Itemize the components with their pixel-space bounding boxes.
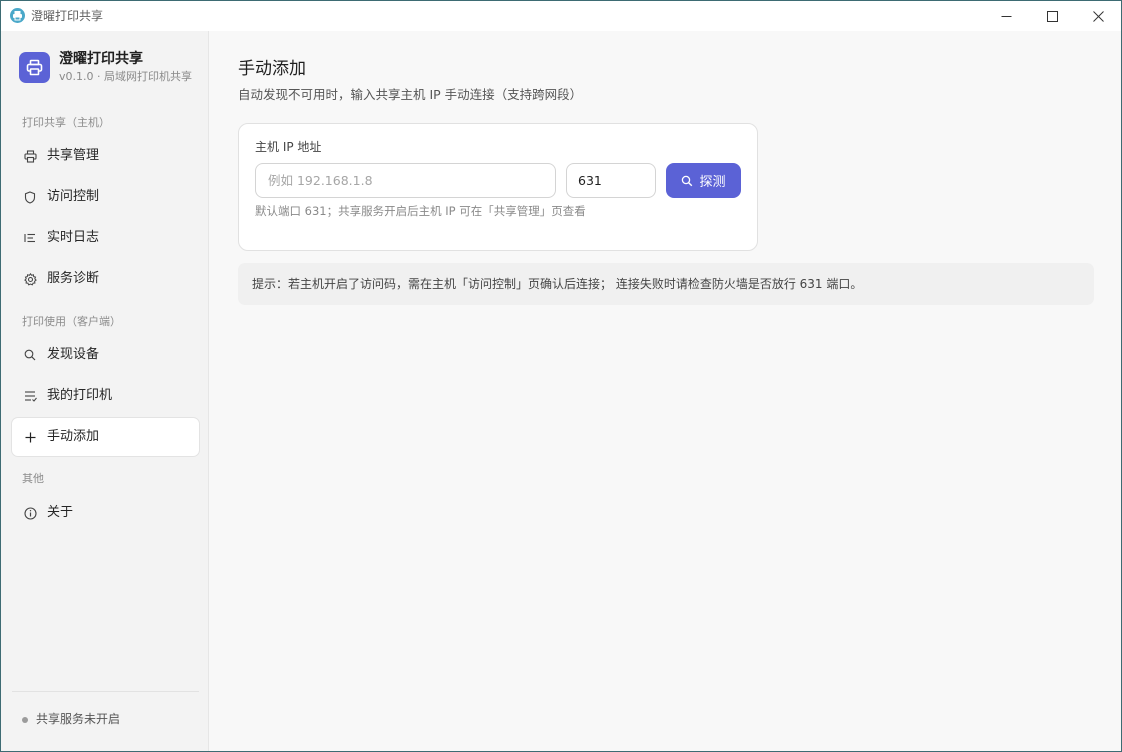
printer-icon [26,59,43,76]
probe-button[interactable]: 探测 [666,163,741,198]
port-hint-text: 默认端口 631；共享服务开启后主机 IP 可在「共享管理」页查看 [255,204,586,218]
maximize-icon [1046,10,1058,22]
sidebar-item-service-diagnosis[interactable]: 服务诊断 [12,260,199,298]
probe-button-label: 探测 [699,175,726,190]
close-button[interactable] [1075,1,1121,31]
tip-text: 提示：若主机开启了访问码，需在主机「访问控制」页确认后连接； 连接失败时请检查防… [252,277,863,291]
info-icon [23,506,37,520]
brand-name: 澄曜打印共享 [59,51,143,67]
sidebar-item-label: 共享管理 [47,148,100,163]
list-check-icon [23,389,37,403]
section-label-client: 打印使用（客户端） [22,315,121,328]
service-status-text: 共享服务未开启 [36,712,121,726]
printer-icon [23,149,37,163]
manual-add-card: 主机 IP 地址 探测 默认端口 631；共享服务开启后主机 IP 可在「共享管… [238,123,758,251]
main-content: 手动添加 自动发现不可用时，输入共享主机 IP 手动连接（支持跨网段） 主机 I… [210,31,1121,751]
section-label-host: 打印共享（主机） [22,116,110,129]
printer-app-icon [10,8,25,23]
search-icon [682,175,693,186]
sidebar-item-discover-devices[interactable]: 发现设备 [12,336,199,374]
sidebar-item-label: 手动添加 [47,429,100,444]
sidebar-item-access-control[interactable]: 访问控制 [12,178,199,216]
status-indicator-dot [22,717,28,723]
sidebar-divider [12,691,199,692]
plus-icon [23,430,37,444]
minimize-icon [1001,15,1011,17]
maximize-button[interactable] [1029,1,1075,31]
sidebar-item-label: 服务诊断 [47,271,100,286]
host-ip-input[interactable] [255,163,556,198]
list-icon [23,231,37,245]
sidebar-item-label: 关于 [47,505,74,520]
window-title: 澄曜打印共享 [31,9,104,23]
sidebar-item-label: 实时日志 [47,230,100,245]
app-window: 澄曜打印共享 澄曜打印共享 v0.1.0 · 局域网打印机共享 打印共享（主机） [0,0,1122,752]
page-title: 手动添加 [238,59,306,79]
shield-icon [23,190,37,204]
search-icon [23,348,37,362]
page-subtitle: 自动发现不可用时，输入共享主机 IP 手动连接（支持跨网段） [238,87,583,102]
sidebar-item-manual-add[interactable]: 手动添加 [12,418,199,456]
brand-logo [19,52,50,83]
ip-field-label: 主机 IP 地址 [255,140,322,154]
brand-version: v0.1.0 · 局域网打印机共享 [59,70,192,83]
sidebar-item-label: 我的打印机 [47,388,113,403]
sidebar-item-my-printers[interactable]: 我的打印机 [12,377,199,415]
sidebar-item-share-management[interactable]: 共享管理 [12,137,199,175]
sidebar-item-about[interactable]: 关于 [12,494,199,532]
sidebar-item-realtime-log[interactable]: 实时日志 [12,219,199,257]
sidebar-item-label: 发现设备 [47,347,100,362]
title-bar: 澄曜打印共享 [1,1,1121,31]
port-input[interactable] [566,163,656,198]
close-icon [1092,10,1104,22]
sidebar-item-label: 访问控制 [47,189,100,204]
gear-icon [23,272,37,286]
sidebar: 澄曜打印共享 v0.1.0 · 局域网打印机共享 打印共享（主机） 共享管理 访… [1,31,209,751]
minimize-button[interactable] [983,1,1029,31]
tip-banner: 提示：若主机开启了访问码，需在主机「访问控制」页确认后连接； 连接失败时请检查防… [238,263,1094,305]
section-label-other: 其他 [22,472,44,485]
